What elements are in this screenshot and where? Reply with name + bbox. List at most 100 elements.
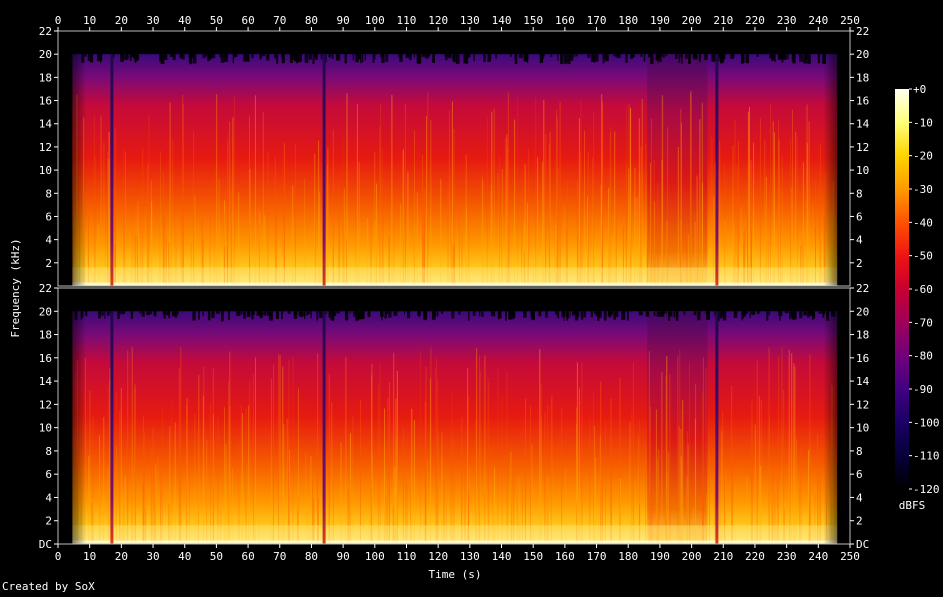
x-tick-label: 100: [365, 550, 385, 563]
y-tick-label: 8: [45, 445, 52, 458]
silence-gap: [715, 54, 719, 286]
x-tick-label: 40: [178, 14, 191, 27]
y-tick-label: 10: [39, 164, 52, 177]
y-tick-label: 18: [39, 329, 52, 342]
x-tick-label: 70: [273, 550, 286, 563]
colorbar-tick-label: -120: [913, 483, 940, 496]
y-tick-label: 12: [39, 398, 52, 411]
y-tick-label: 20: [856, 305, 869, 318]
silence-gap: [322, 54, 326, 286]
silence-gap: [715, 311, 719, 544]
x-tick-label: 30: [146, 14, 159, 27]
y-tick-label: 12: [856, 398, 869, 411]
credit-label: Created by SoX: [2, 580, 95, 593]
y-tick-label: 16: [39, 95, 52, 108]
colorbar-tick-label: -70: [913, 316, 933, 329]
y-tick-label: 14: [39, 118, 53, 131]
x-tick-label: 140: [492, 550, 512, 563]
x-tick-label: 240: [808, 550, 828, 563]
y-tick-label: 22: [39, 282, 52, 295]
y-tick-label: 8: [856, 187, 863, 200]
x-tick-label: 150: [523, 14, 543, 27]
x-tick-label: 210: [713, 14, 733, 27]
x-tick-label: 190: [650, 550, 670, 563]
colorbar-tick-label: -50: [913, 250, 933, 263]
y-tick-label: 4: [856, 491, 863, 504]
y-tick-label: 6: [45, 210, 52, 223]
x-tick-label: 50: [210, 14, 223, 27]
x-tick-label: 210: [713, 550, 733, 563]
x-tick-label: 90: [336, 14, 349, 27]
y-tick-label: 2: [45, 515, 52, 528]
x-tick-label: 30: [146, 550, 159, 563]
x-tick-label: 130: [460, 14, 480, 27]
x-tick-label: 220: [745, 14, 765, 27]
colorbar-tick-label: -60: [913, 283, 933, 296]
x-tick-label: 20: [115, 550, 128, 563]
colorbar-tick-label: -90: [913, 383, 933, 396]
y-tick-label: 12: [856, 141, 869, 154]
x-tick-label: 120: [428, 14, 448, 27]
y-tick-label: 16: [39, 352, 52, 365]
y-tick-label: 18: [856, 71, 869, 84]
y-tick-label: 6: [856, 210, 863, 223]
x-tick-label: 100: [365, 14, 385, 27]
x-tick-label: 160: [555, 14, 575, 27]
colorbar-tick-label: -30: [913, 183, 933, 196]
x-tick-label: 200: [682, 550, 702, 563]
y-tick-label: 10: [856, 422, 869, 435]
colorbar-tick-label: -80: [913, 350, 933, 363]
y-tick-label: 22: [856, 282, 869, 295]
x-tick-label: 180: [618, 14, 638, 27]
x-axis-label: Time (s): [429, 568, 482, 581]
x-tick-label: 50: [210, 550, 223, 563]
x-tick-label: 240: [808, 14, 828, 27]
x-tick-label: 60: [241, 550, 254, 563]
x-tick-label: 190: [650, 14, 670, 27]
leading-silence: [58, 31, 73, 286]
x-tick-label: 80: [305, 14, 318, 27]
y-tick-label: 10: [39, 422, 52, 435]
y-tick-label: 14: [856, 375, 870, 388]
y-tick-label: 14: [856, 118, 870, 131]
y-tick-label: 20: [39, 305, 52, 318]
x-tick-label: 10: [83, 14, 96, 27]
y-tick-label: 20: [856, 48, 869, 61]
dc-band: [72, 540, 838, 544]
colorbar-tick-label: -10: [913, 116, 933, 129]
spectrogram-chart: 2 24 46 68 810 1012 1214 1416 1618 1820 2022 22DC DC…: [2, 14, 940, 593]
x-tick-label: 230: [777, 14, 797, 27]
colorbar-label: dBFS: [899, 499, 926, 512]
x-tick-label: 250: [840, 550, 860, 563]
spectrogram-figure: 2 2 4 4 6 6 8 8 10 10 12 12 14 14 16 16 18 18 20 20 22 22 DC DC…: [0, 0, 943, 593]
x-tick-label: 70: [273, 14, 286, 27]
quiet-span: [647, 54, 708, 286]
y-tick-label: 20: [39, 48, 52, 61]
y-tick-label: 6: [45, 468, 52, 481]
trailing-silence: [837, 288, 850, 544]
dc-band: [72, 282, 838, 286]
y-tick-label: 4: [45, 491, 52, 504]
trailing-silence: [837, 31, 850, 286]
x-tick-label: 20: [115, 14, 128, 27]
y-tick-label: 18: [39, 71, 52, 84]
x-tick-label: 40: [178, 550, 191, 563]
silence-gap: [110, 54, 114, 286]
colorbar: +0 -10 -20 -30 -40 -50 -60 -70 -80 -90 -100 -110 -12…: [895, 83, 940, 496]
x-tick-label: 130: [460, 550, 480, 563]
x-tick-label: 140: [492, 14, 512, 27]
x-tick-label: 160: [555, 550, 575, 563]
x-tick-label: 170: [587, 550, 607, 563]
x-tick-label: 250: [840, 14, 860, 27]
colorbar-tick-label: -40: [913, 216, 933, 229]
y-tick-label: 16: [856, 352, 869, 365]
y-tick-label: 8: [856, 445, 863, 458]
x-tick-label: 60: [241, 14, 254, 27]
x-tick-label: 0: [55, 14, 62, 27]
y-tick-label: 2: [45, 257, 52, 270]
y-tick-label: 16: [856, 95, 869, 108]
y-tick-label: 18: [856, 329, 869, 342]
y-tick-label: 12: [39, 141, 52, 154]
y-tick-label: DC: [39, 538, 52, 551]
silence-gap: [110, 311, 114, 544]
